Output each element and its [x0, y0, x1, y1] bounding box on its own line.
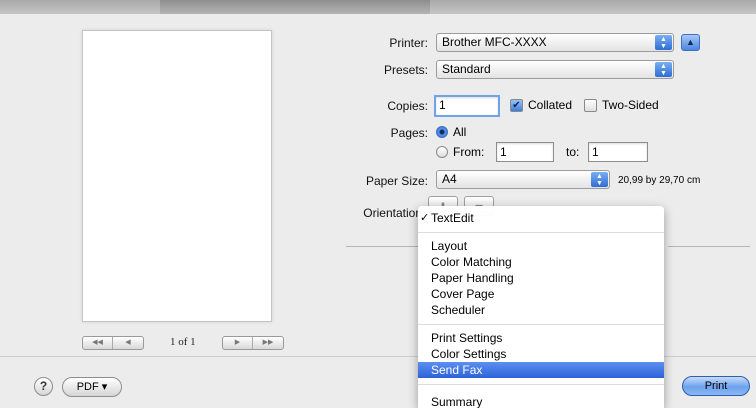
pages-all-radio[interactable] [436, 126, 448, 138]
pages-from-label: From: [453, 145, 485, 159]
menu-separator [418, 324, 664, 325]
last-page-button[interactable]: ▶▶ [253, 337, 283, 349]
menu-separator [418, 232, 664, 233]
printer-label: Printer: [389, 36, 428, 50]
menu-item-label: TextEdit [431, 211, 474, 225]
pages-from-field[interactable]: 1 [496, 142, 554, 162]
preview-nav-back-group[interactable]: ◀◀ ◀ [82, 336, 144, 350]
section-divider [668, 246, 750, 247]
copies-field[interactable]: 1 [434, 95, 500, 117]
pages-to-field[interactable]: 1 [588, 142, 648, 162]
presets-label: Presets: [383, 63, 428, 77]
print-button[interactable]: Print [682, 376, 750, 396]
paper-dimensions: 20,99 by 29,70 cm [618, 175, 701, 186]
menu-separator [418, 384, 664, 385]
menu-item-cover-page[interactable]: Cover Page [418, 286, 664, 302]
previous-page-button[interactable]: ◀ [113, 337, 143, 349]
section-divider [346, 246, 418, 247]
popup-arrows-icon: ▲ ▼ [655, 35, 672, 50]
preview-nav-forward-group[interactable]: ▶ ▶▶ [222, 336, 284, 350]
collated-label: Collated [528, 98, 573, 112]
menu-item-print-settings[interactable]: Print Settings [418, 330, 664, 346]
pages-label: Pages: [390, 126, 428, 140]
presets-popup-value: Standard [442, 62, 491, 76]
pages-all-label: All [453, 125, 467, 139]
two-sided-checkbox[interactable] [584, 99, 597, 112]
copies-label: Copies: [387, 99, 428, 113]
menu-item-send-fax[interactable]: Send Fax [418, 362, 664, 378]
popup-arrows-icon: ▲ ▼ [655, 62, 672, 77]
expand-dialog-button[interactable]: ▲ [681, 34, 700, 51]
menu-item-scheduler[interactable]: Scheduler [418, 302, 664, 318]
pages-to-label: to: [566, 145, 580, 159]
page-preview [82, 30, 272, 322]
paper-size-popup[interactable]: A4 ▲ ▼ [436, 170, 610, 189]
menu-item-layout[interactable]: Layout [418, 238, 664, 254]
printer-popup-value: Brother MFC-XXXX [442, 35, 547, 49]
pages-from-radio[interactable] [436, 146, 448, 158]
menu-item-color-matching[interactable]: Color Matching [418, 254, 664, 270]
menu-item-summary[interactable]: Summary [418, 394, 664, 408]
menu-item-color-settings[interactable]: Color Settings [418, 346, 664, 362]
first-page-button[interactable]: ◀◀ [83, 337, 113, 349]
window-titlebar-fragment [160, 0, 430, 14]
page-count-label: 1 of 1 [170, 336, 196, 348]
popup-arrows-icon: ▲ ▼ [591, 172, 608, 187]
panel-popup-menu: ✓ TextEdit Layout Color Matching Paper H… [418, 206, 664, 408]
paper-size-label: Paper Size: [365, 174, 428, 188]
checkmark-icon: ✓ [420, 212, 430, 224]
paper-size-popup-value: A4 [442, 172, 457, 186]
menu-item-textedit[interactable]: ✓ TextEdit [418, 210, 664, 226]
help-button[interactable]: ? [34, 377, 53, 396]
two-sided-label: Two-Sided [602, 98, 659, 112]
printer-popup[interactable]: Brother MFC-XXXX ▲ ▼ [436, 33, 674, 52]
presets-popup[interactable]: Standard ▲ ▼ [436, 60, 674, 79]
window-top-strip [0, 0, 756, 14]
collated-checkbox[interactable]: ✔ [510, 99, 523, 112]
pdf-menu-button[interactable]: PDF ▾ [62, 377, 122, 397]
orientation-label: Orientation [363, 206, 422, 220]
menu-item-paper-handling[interactable]: Paper Handling [418, 270, 664, 286]
next-page-button[interactable]: ▶ [223, 337, 253, 349]
